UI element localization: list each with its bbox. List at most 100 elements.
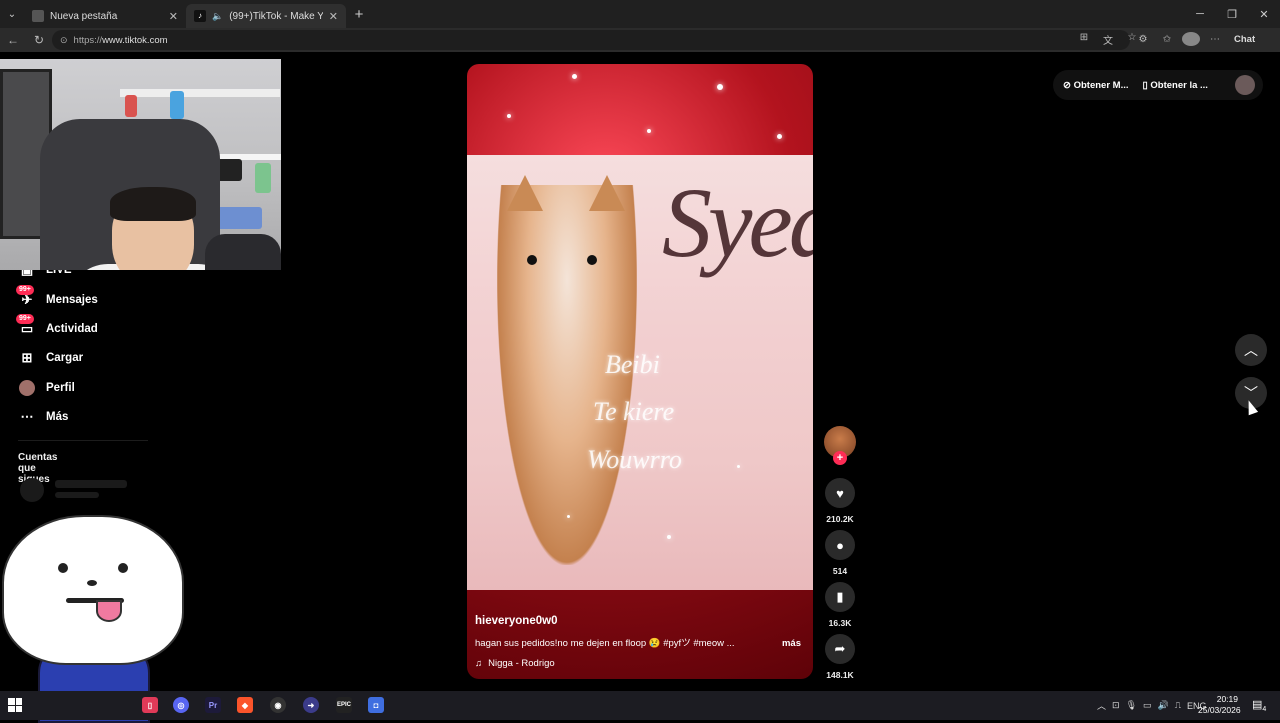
volume-icon[interactable]: 🔊 <box>1158 700 1169 711</box>
heart-icon: ♥ <box>836 485 844 501</box>
taskbar-clock[interactable]: 20:19 25/03/2026 <box>1198 694 1241 716</box>
comment-button[interactable]: ● <box>825 530 855 560</box>
tray-app-icon[interactable]: ⎍ <box>1175 700 1181 711</box>
site-info-icon[interactable]: ⊙ <box>60 35 68 46</box>
url-field[interactable]: ⊙ https://www.tiktok.com <box>52 30 1130 50</box>
taskbar-app-icon[interactable]: ➜ <box>303 697 319 713</box>
system-tray: ︿ ⊡ 🎙 ▭ 🔊 ⎍ ENG <box>1097 691 1207 720</box>
get-coins-label: Obtener M... <box>1073 79 1129 91</box>
premiere-icon[interactable]: Pr <box>205 697 221 713</box>
window-controls: ─ ❐ ✕ <box>1184 0 1280 28</box>
translate-icon[interactable]: 文 <box>1098 32 1118 47</box>
messages-badge: 99+ <box>16 285 34 295</box>
activity-icon: ▭ 99+ <box>16 314 36 337</box>
restore-icon[interactable]: ❐ <box>1216 0 1248 28</box>
sidebar-item-profile[interactable]: Perfil <box>18 380 75 396</box>
sparkle <box>507 114 511 118</box>
get-coins-button[interactable]: ⊘ Obtener M... <box>1063 80 1129 91</box>
settings-more-icon[interactable]: ⋯ <box>1206 34 1224 45</box>
url-scheme: https:// <box>73 34 103 46</box>
sidebar-item-label: Cargar <box>46 352 84 364</box>
new-tab-button[interactable]: + <box>346 6 372 23</box>
extensions-icon[interactable]: ⚙ <box>1134 34 1152 45</box>
sparkle <box>667 535 671 539</box>
cat-eye <box>587 255 597 265</box>
profile-avatar-icon[interactable] <box>1182 32 1200 46</box>
notification-center-icon[interactable]: ▤4 <box>1252 698 1266 713</box>
sidebar-item-messages[interactable]: ✈ 99+ Mensajes <box>16 285 98 308</box>
obs-icon[interactable]: ◉ <box>270 697 286 713</box>
url-host: www.tiktok.com <box>102 34 168 46</box>
new-tab-favicon-icon <box>32 10 44 22</box>
close-tab-icon[interactable]: ✕ <box>329 10 338 23</box>
tab-new-tab[interactable]: Nueva pestaña ✕ <box>24 4 186 28</box>
tiktok-favicon-icon: ♪ <box>194 10 206 22</box>
bookmark-icon: ▮ <box>836 589 844 604</box>
activity-badge: 99+ <box>16 314 34 324</box>
tab-actions-menu-icon[interactable]: ⌄ <box>0 0 24 28</box>
microphone-icon[interactable]: 🎙 <box>1126 700 1137 711</box>
following-skeleton-line <box>55 492 99 498</box>
sidebar-item-label: Perfil <box>46 382 75 394</box>
sparkle <box>777 134 782 139</box>
share-icon: ➦ <box>834 641 846 656</box>
follow-plus-icon[interactable]: + <box>833 451 847 465</box>
brave-icon[interactable]: ◆ <box>237 697 253 713</box>
sidebar-item-upload[interactable]: ⊞ Cargar <box>18 350 84 366</box>
sidebar-item-label: Más <box>46 411 69 423</box>
address-toolbar: ← ↻ ⊙ https://www.tiktok.com ⊞ 文 ☆ ⚙ ✩ ⋯… <box>0 28 1280 52</box>
taskbar-app-icon[interactable]: ▯ <box>142 697 158 713</box>
copilot-chat-button[interactable]: Chat <box>1230 32 1255 46</box>
sparkle <box>717 84 723 90</box>
browser-tools: ⚙ ✩ ⋯ Chat <box>1134 32 1255 46</box>
vtuber-face <box>35 545 145 635</box>
share-button[interactable]: ➦ <box>825 634 855 664</box>
discord-icon[interactable]: ◎ <box>173 697 189 713</box>
description-more-link[interactable]: más <box>782 638 801 649</box>
speaker-icon[interactable]: 🔈 <box>212 11 223 22</box>
favorites-icon[interactable]: ✩ <box>1158 34 1176 45</box>
close-window-icon[interactable]: ✕ <box>1248 0 1280 28</box>
notification-count: 4 <box>1262 706 1267 714</box>
sidebar-item-activity[interactable]: ▭ 99+ Actividad <box>16 314 98 337</box>
back-icon[interactable]: ← <box>0 33 26 47</box>
webcam-figure <box>170 91 184 119</box>
windows-start-icon[interactable] <box>8 698 22 712</box>
app-available-icon[interactable]: ⊞ <box>1074 32 1094 47</box>
refresh-icon[interactable]: ↻ <box>26 33 52 47</box>
video-player[interactable]: Syeau Beibi Te kiere Wouwrro hieveryone0… <box>467 64 813 679</box>
like-count: 210.2K <box>826 514 854 524</box>
tray-app-icon[interactable]: ⊡ <box>1112 700 1120 711</box>
save-button[interactable]: ▮ <box>825 582 855 612</box>
like-button[interactable]: ♥ <box>825 478 855 508</box>
tray-overflow-icon[interactable]: ︿ <box>1097 699 1106 712</box>
sidebar-item-more[interactable]: ⋯ Más <box>18 409 69 425</box>
user-avatar[interactable] <box>1235 75 1255 95</box>
video-overlay-big-text: Syeau <box>662 167 813 278</box>
sidebar-item-label: Actividad <box>46 323 98 335</box>
video-overlay-line: Wouwrro <box>587 445 682 474</box>
windows-taskbar: ▯ ◎ Pr ◆ ◉ ➜ EPIC ◘ ︿ ⊡ 🎙 ▭ 🔊 ⎍ ENG 20:1… <box>0 691 1280 720</box>
sparkle <box>647 129 651 133</box>
video-music[interactable]: ♫ Nigga - Rodrigo <box>475 658 555 669</box>
save-count: 16.3K <box>828 618 852 628</box>
previous-video-button[interactable]: ︿ <box>1235 334 1267 366</box>
upload-icon: ⊞ <box>21 350 33 365</box>
following-skeleton-avatar <box>20 478 44 502</box>
tab-title: (99+)TikTok - Make Your Day <box>229 10 323 22</box>
clock-date: 25/03/2026 <box>1198 705 1241 715</box>
following-skeleton-line <box>55 480 127 488</box>
vtuber-nose <box>87 580 97 586</box>
close-tab-icon[interactable]: ✕ <box>169 10 178 23</box>
browser-tab-bar: ⌄ Nueva pestaña ✕ ♪ 🔈 (99+)TikTok - Make… <box>0 0 1280 28</box>
network-icon[interactable]: ▭ <box>1143 700 1152 711</box>
tab-tiktok[interactable]: ♪ 🔈 (99+)TikTok - Make Your Day ✕ <box>186 4 346 28</box>
get-app-button[interactable]: ▯ Obtener la ... <box>1143 80 1208 91</box>
profile-icon <box>18 380 36 396</box>
minimize-icon[interactable]: ─ <box>1184 0 1216 28</box>
epic-games-icon[interactable]: EPIC <box>336 697 352 713</box>
roblox-icon[interactable]: ◘ <box>368 697 384 713</box>
video-author[interactable]: hieveryone0w0 <box>475 615 557 627</box>
sidebar-divider <box>18 440 148 441</box>
webcam-overlay <box>0 59 281 270</box>
